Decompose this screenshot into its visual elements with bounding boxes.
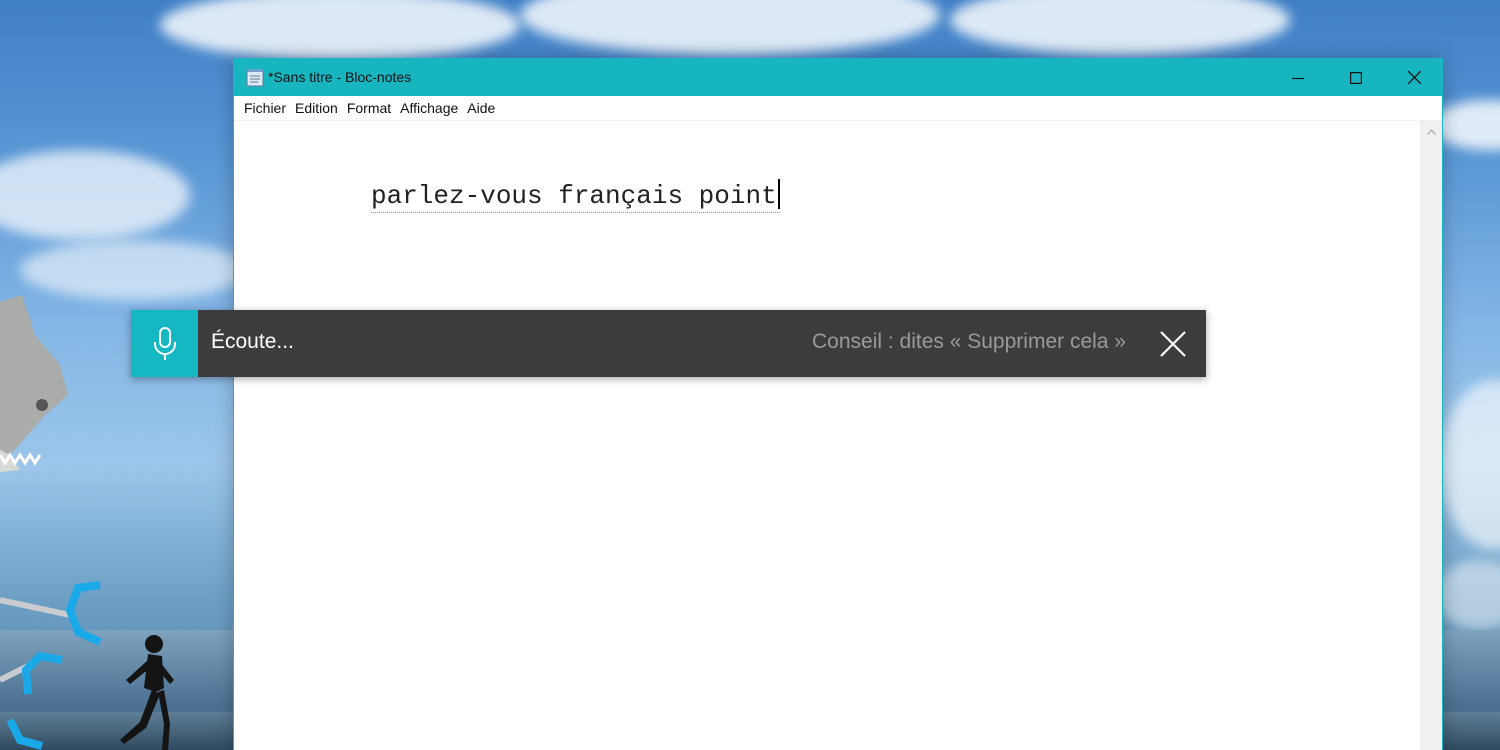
maximize-button[interactable] xyxy=(1327,59,1385,96)
runner-silhouette xyxy=(120,635,174,750)
scroll-up-button[interactable] xyxy=(1420,124,1442,140)
title-bar[interactable]: *Sans titre - Bloc-notes xyxy=(234,59,1442,96)
text-editor[interactable]: parlez-vous français point xyxy=(234,121,1420,750)
minimize-button[interactable] xyxy=(1269,59,1327,96)
maximize-icon xyxy=(1350,71,1362,84)
window-title: *Sans titre - Bloc-notes xyxy=(268,69,412,85)
vertical-scrollbar[interactable] xyxy=(1420,121,1442,750)
close-dictation-button[interactable] xyxy=(1139,310,1206,377)
editor-text-content: parlez-vous français point xyxy=(371,181,777,211)
text-caret xyxy=(777,179,780,209)
menu-fichier[interactable]: Fichier xyxy=(240,97,290,119)
menu-bar: Fichier Edition Format Affichage Aide xyxy=(234,96,1442,121)
close-icon xyxy=(1159,330,1186,357)
dictation-hint: Conseil : dites « Supprimer cela » xyxy=(812,330,1126,353)
editor-text: parlez-vous français point xyxy=(371,179,780,213)
minimize-icon xyxy=(1292,77,1304,79)
menu-affichage[interactable]: Affichage xyxy=(396,97,462,119)
menu-edition[interactable]: Edition xyxy=(291,97,342,119)
dictation-toolbar: Écoute... Conseil : dites « Supprimer ce… xyxy=(131,310,1206,377)
notepad-window: *Sans titre - Bloc-notes Fichier Edition… xyxy=(233,58,1443,750)
close-window-button[interactable] xyxy=(1385,59,1443,96)
chevron-up-icon xyxy=(1426,129,1436,135)
notepad-icon xyxy=(246,69,264,87)
microphone-button[interactable] xyxy=(131,310,198,377)
dictation-status: Écoute... xyxy=(211,330,294,353)
close-icon xyxy=(1407,71,1421,84)
microphone-icon xyxy=(153,326,176,360)
dragon-illustration xyxy=(0,295,68,472)
menu-format[interactable]: Format xyxy=(343,97,395,119)
menu-aide[interactable]: Aide xyxy=(463,97,499,119)
robot-claw-illustration xyxy=(0,581,102,750)
